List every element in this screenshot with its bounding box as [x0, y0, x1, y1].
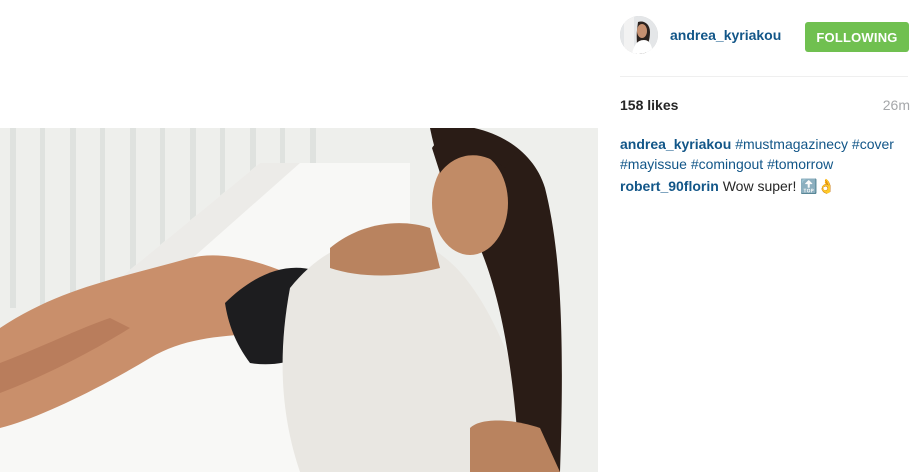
avatar-image	[620, 16, 658, 54]
comment-text: Wow super! 🔝👌	[722, 178, 836, 194]
avatar[interactable]	[620, 16, 658, 54]
comments-list: andrea_kyriakou #mustmagazinecy #cover #…	[620, 134, 912, 198]
username-link[interactable]: andrea_kyriakou	[670, 27, 781, 43]
caption: andrea_kyriakou #mustmagazinecy #cover #…	[620, 134, 912, 174]
hashtag-link[interactable]: #tomorrow	[767, 156, 833, 172]
post-sidebar: andrea_kyriakou FOLLOWING 158 likes 26m …	[598, 0, 918, 472]
hashtag-link[interactable]: #mayissue	[620, 156, 687, 172]
following-button[interactable]: FOLLOWING	[805, 22, 909, 52]
hashtag-link[interactable]: #cover	[852, 136, 894, 152]
likes-count[interactable]: 158 likes	[620, 97, 678, 113]
post-timestamp[interactable]: 26m	[883, 97, 910, 113]
post-photo[interactable]	[0, 128, 598, 472]
hashtag-link[interactable]: #comingout	[691, 156, 763, 172]
post-header: andrea_kyriakou FOLLOWING	[620, 16, 909, 56]
photo-illustration	[0, 128, 598, 472]
hashtag-link[interactable]: #mustmagazinecy	[735, 136, 848, 152]
comment-item: robert_90florin Wow super! 🔝👌	[620, 176, 912, 196]
caption-username-link[interactable]: andrea_kyriakou	[620, 136, 731, 152]
media-area	[0, 0, 598, 472]
header-divider	[620, 76, 908, 77]
comment-username-link[interactable]: robert_90florin	[620, 178, 719, 194]
